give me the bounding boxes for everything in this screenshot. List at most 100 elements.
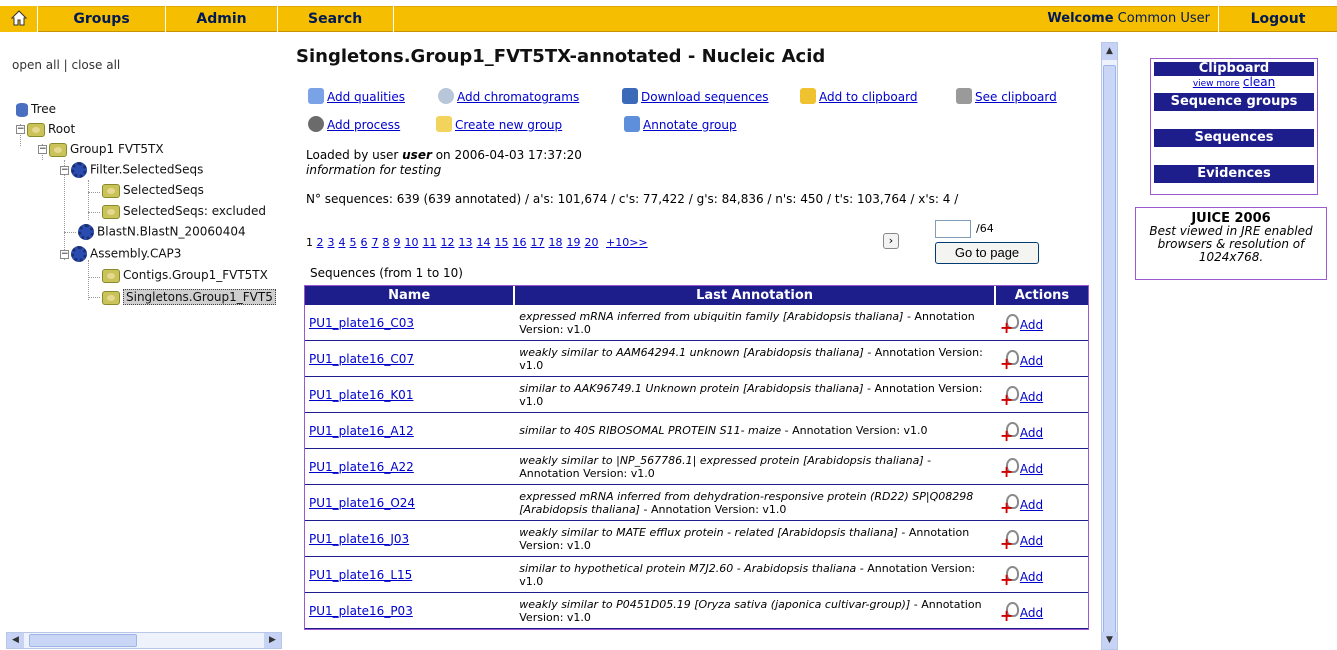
tree-node-contigs[interactable]: Contigs.Group1_FVT5TX xyxy=(102,268,268,283)
add-chromatograms-link[interactable]: Add chromatograms xyxy=(438,88,579,104)
add-to-clipboard-label[interactable]: Add to clipboard xyxy=(819,90,917,104)
add-process-label[interactable]: Add process xyxy=(327,118,400,132)
add-action-link[interactable]: Add xyxy=(1020,498,1043,512)
add-chromatograms-label[interactable]: Add chromatograms xyxy=(457,90,579,104)
page-link[interactable]: 16 xyxy=(513,236,527,249)
sequence-name-link[interactable]: PU1_plate16_C03 xyxy=(309,316,414,330)
clipboard-sequence-groups[interactable]: Sequence groups xyxy=(1154,93,1314,111)
logout-button[interactable]: Logout xyxy=(1218,6,1337,32)
add-action-link[interactable]: Add xyxy=(1020,318,1043,332)
see-clipboard-label[interactable]: See clipboard xyxy=(975,90,1057,104)
scrollbar-thumb[interactable] xyxy=(1103,65,1116,637)
collapse-icon[interactable]: − xyxy=(38,145,47,154)
tree-node-assembly[interactable]: − Assembly.CAP3 xyxy=(60,246,181,262)
tree-node-singletons[interactable]: Singletons.Group1_FVT5 xyxy=(102,289,276,305)
main-vertical-scrollbar[interactable]: ▲ ▼ xyxy=(1101,42,1118,650)
add-action-link[interactable]: Add xyxy=(1020,390,1043,404)
page-link[interactable]: 3 xyxy=(328,236,335,249)
download-sequences-link[interactable]: Download sequences xyxy=(622,88,769,104)
collapse-icon[interactable]: − xyxy=(60,165,69,175)
sequence-name-link[interactable]: PU1_plate16_C07 xyxy=(309,352,414,366)
add-evidence-icon[interactable] xyxy=(1000,457,1020,481)
clipboard-sequences[interactable]: Sequences xyxy=(1154,129,1314,147)
add-action-link[interactable]: Add xyxy=(1020,354,1043,368)
tree-node-group1[interactable]: − Group1 FVT5TX xyxy=(38,142,164,157)
tree-node-blastn[interactable]: BlastN.BlastN_20060404 xyxy=(78,224,246,240)
add-evidence-icon[interactable] xyxy=(1000,349,1020,373)
scroll-left-arrow-icon[interactable]: ◀ xyxy=(7,633,24,648)
add-action-link[interactable]: Add xyxy=(1020,570,1043,584)
view-more-link[interactable]: view more xyxy=(1193,79,1240,89)
page-link[interactable]: 18 xyxy=(549,236,563,249)
go-to-page-button[interactable]: Go to page xyxy=(935,242,1039,264)
sequence-name-link[interactable]: PU1_plate16_K01 xyxy=(309,388,413,402)
add-action-link[interactable]: Add xyxy=(1020,426,1043,440)
page-link[interactable]: 14 xyxy=(477,236,491,249)
clipboard-evidences[interactable]: Evidences xyxy=(1154,165,1314,183)
add-evidence-icon[interactable] xyxy=(1000,529,1020,553)
sequence-name-link[interactable]: PU1_plate16_A12 xyxy=(309,424,414,438)
tree-node-filter[interactable]: − Filter.SelectedSeqs xyxy=(60,162,203,178)
sequence-name-link[interactable]: PU1_plate16_P03 xyxy=(309,604,413,618)
next-ten-pages-link[interactable]: +10>> xyxy=(606,236,648,249)
page-link[interactable]: 6 xyxy=(361,236,368,249)
page-link[interactable]: 19 xyxy=(567,236,581,249)
page-link[interactable]: 17 xyxy=(531,236,545,249)
add-evidence-icon[interactable] xyxy=(1000,421,1020,445)
add-action-link[interactable]: Add xyxy=(1020,534,1043,548)
next-page-arrow-icon[interactable]: › xyxy=(883,233,899,249)
create-new-group-link[interactable]: Create new group xyxy=(436,116,562,132)
clean-link[interactable]: clean xyxy=(1243,75,1275,89)
add-evidence-icon[interactable] xyxy=(1000,385,1020,409)
collapse-icon[interactable]: − xyxy=(16,125,25,134)
add-action-link[interactable]: Add xyxy=(1020,462,1043,476)
collapse-icon[interactable]: − xyxy=(60,249,69,259)
page-link[interactable]: 10 xyxy=(405,236,419,249)
page-link[interactable]: 9 xyxy=(394,236,401,249)
create-new-group-label[interactable]: Create new group xyxy=(455,118,562,132)
add-evidence-icon[interactable] xyxy=(1000,313,1020,337)
open-all-link[interactable]: open all xyxy=(12,58,60,72)
home-button[interactable] xyxy=(0,6,38,32)
add-evidence-icon[interactable] xyxy=(1000,565,1020,589)
sequence-name-link[interactable]: PU1_plate16_A22 xyxy=(309,460,414,474)
sequence-name-link[interactable]: PU1_plate16_L15 xyxy=(309,568,412,582)
page-link[interactable]: 13 xyxy=(459,236,473,249)
download-sequences-label[interactable]: Download sequences xyxy=(641,90,769,104)
nav-groups[interactable]: Groups xyxy=(38,6,166,32)
page-link[interactable]: 7 xyxy=(372,236,379,249)
tree-node-selectedseqs-excluded[interactable]: SelectedSeqs: excluded xyxy=(102,204,266,219)
see-clipboard-link[interactable]: See clipboard xyxy=(956,88,1057,104)
add-evidence-icon[interactable] xyxy=(1000,601,1020,625)
tree-node-tree[interactable]: Tree xyxy=(16,102,56,117)
page-link[interactable]: 12 xyxy=(441,236,455,249)
page-link[interactable]: 4 xyxy=(339,236,346,249)
annotate-group-link[interactable]: Annotate group xyxy=(624,116,737,132)
page-link[interactable]: 8 xyxy=(383,236,390,249)
add-qualities-label[interactable]: Add qualities xyxy=(327,90,405,104)
nav-admin[interactable]: Admin xyxy=(166,6,278,32)
sequence-name-link[interactable]: PU1_plate16_O24 xyxy=(309,496,415,510)
close-all-link[interactable]: close all xyxy=(72,58,121,72)
scroll-right-arrow-icon[interactable]: ▶ xyxy=(264,633,281,648)
scroll-down-arrow-icon[interactable]: ▼ xyxy=(1102,632,1117,649)
scroll-up-arrow-icon[interactable]: ▲ xyxy=(1102,43,1117,60)
add-qualities-link[interactable]: Add qualities xyxy=(308,88,405,104)
annotate-group-label[interactable]: Annotate group xyxy=(643,118,737,132)
add-process-link[interactable]: Add process xyxy=(308,116,400,132)
tree-node-selectedseqs[interactable]: SelectedSeqs xyxy=(102,183,204,198)
add-action-link[interactable]: Add xyxy=(1020,606,1043,620)
page-link[interactable]: 5 xyxy=(350,236,357,249)
sequence-name-link[interactable]: PU1_plate16_J03 xyxy=(309,532,409,546)
page-link[interactable]: 20 xyxy=(585,236,599,249)
add-evidence-icon[interactable] xyxy=(1000,493,1020,517)
page-link[interactable]: 11 xyxy=(423,236,437,249)
tree-horizontal-scrollbar[interactable]: ◀ ▶ xyxy=(6,632,282,649)
nav-search[interactable]: Search xyxy=(278,6,394,32)
page-link[interactable]: 15 xyxy=(495,236,509,249)
scrollbar-thumb[interactable] xyxy=(29,634,137,647)
page-link[interactable]: 2 xyxy=(317,236,324,249)
page-number-input[interactable] xyxy=(935,220,971,238)
tree-node-root[interactable]: − Root xyxy=(16,122,75,137)
add-to-clipboard-link[interactable]: Add to clipboard xyxy=(800,88,917,104)
